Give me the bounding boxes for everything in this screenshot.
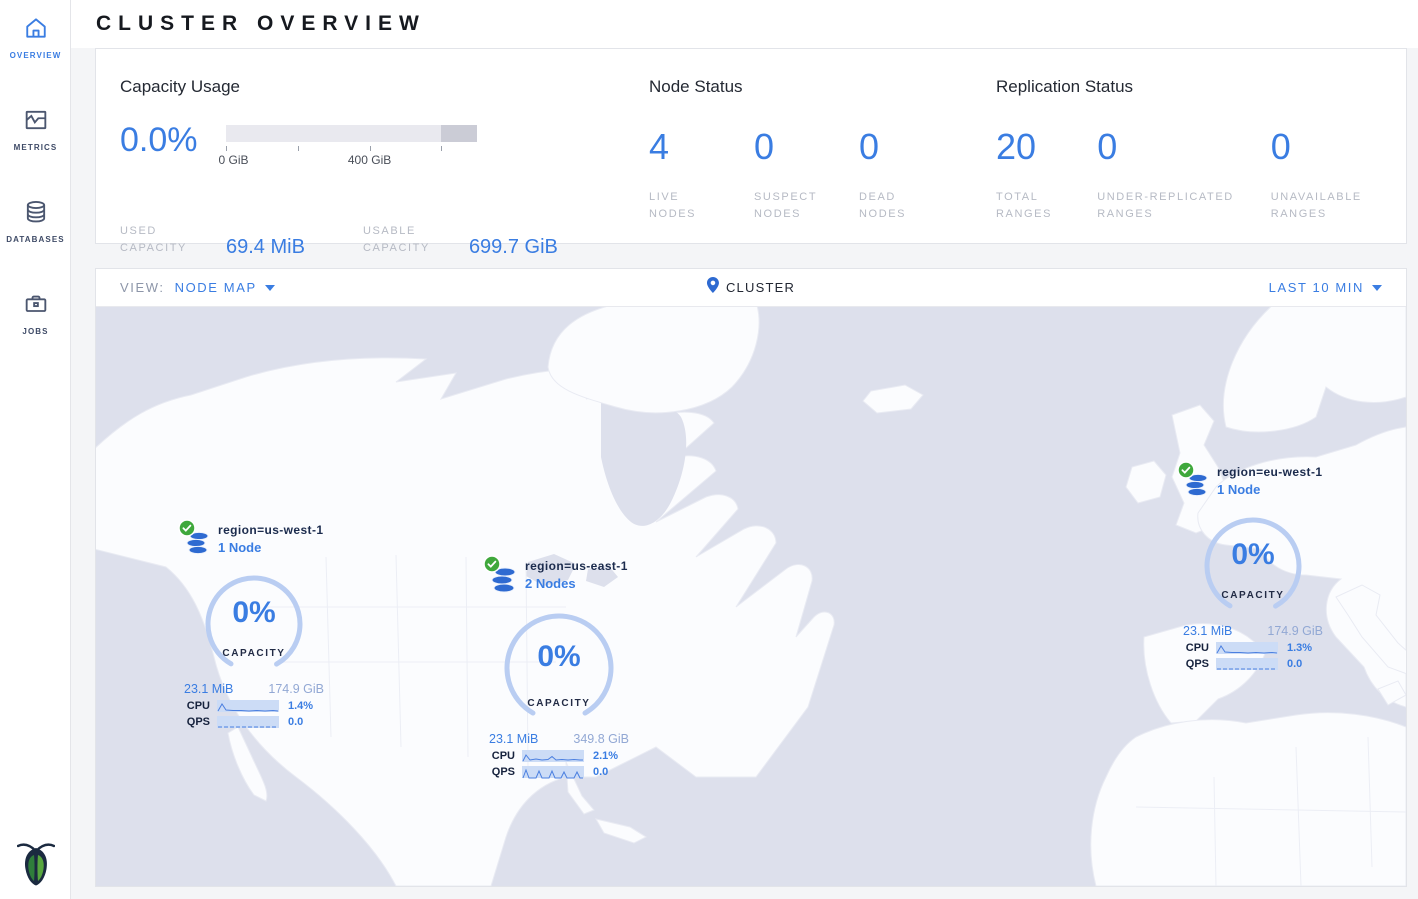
capacity-label: CAPACITY — [1201, 590, 1305, 601]
node-status-section: Node Status 4 LIVE NODES 0 SUSPECT NODES… — [649, 77, 979, 223]
chevron-down-icon — [1372, 285, 1382, 291]
qps-value: 0.0 — [593, 766, 608, 778]
region-usable-capacity: 174.9 GiB — [268, 682, 324, 696]
view-label: VIEW: — [120, 280, 165, 295]
dead-nodes-stat: 0 DEAD NODES — [859, 129, 964, 223]
node-map-card: VIEW: NODE MAP CLUSTER LAST 10 MIN — [95, 268, 1407, 887]
sidebar-item-metrics[interactable]: METRICS — [0, 92, 71, 152]
region-name: region=us-east-1 — [525, 559, 628, 573]
sidebar-item-overview[interactable]: OVERVIEW — [0, 0, 71, 60]
cockroachdb-logo — [0, 838, 71, 891]
region-name: region=us-west-1 — [218, 523, 323, 537]
cpu-sparkline — [217, 700, 279, 712]
database-icon — [22, 213, 50, 230]
region-node-count: 1 Node — [218, 540, 323, 555]
under-replicated-ranges-stat: 0 UNDER-REPLICATED RANGES — [1097, 129, 1271, 223]
capacity-ring: 0% CAPACITY — [202, 572, 306, 676]
chevron-down-icon — [265, 285, 275, 291]
metrics-chart-icon — [22, 121, 50, 138]
suspect-nodes-stat: 0 SUSPECT NODES — [754, 129, 859, 223]
qps-sparkline — [217, 716, 279, 728]
capacity-percent: 0% — [501, 640, 617, 674]
qps-sparkline — [522, 766, 584, 778]
capacity-usage-section: Capacity Usage 0.0% 0 GiB 400 GiB USED C… — [120, 77, 640, 257]
capacity-label: CAPACITY — [202, 648, 306, 659]
map-toolbar: VIEW: NODE MAP CLUSTER LAST 10 MIN — [96, 269, 1406, 307]
map-pin-icon — [707, 277, 719, 298]
total-ranges-stat: 20 TOTAL RANGES — [996, 129, 1097, 223]
capacity-bar-reserved-segment — [441, 125, 477, 142]
region-used-capacity: 23.1 MiB — [184, 682, 233, 696]
check-circle-icon — [178, 519, 196, 542]
sidebar-item-label: JOBS — [0, 327, 71, 336]
locality-card-us-west-1[interactable]: region=us-west-1 1 Node 0% CAPACITY 23.1… — [178, 523, 330, 728]
capacity-tick-label-0: 0 GiB — [219, 153, 249, 167]
replication-status-title: Replication Status — [996, 77, 1396, 97]
locality-card-eu-west-1[interactable]: region=eu-west-1 1 Node 0% CAPACITY 23.1… — [1177, 465, 1329, 670]
region-usable-capacity: 349.8 GiB — [573, 732, 629, 746]
capacity-label: CAPACITY — [501, 698, 617, 709]
capacity-ring: 0% CAPACITY — [1201, 514, 1305, 618]
used-capacity-label: USED CAPACITY — [120, 223, 206, 257]
region-name: region=eu-west-1 — [1217, 465, 1322, 479]
home-icon — [22, 29, 50, 46]
page-header: CLUSTER OVERVIEW — [71, 0, 1418, 48]
unavailable-ranges-stat: 0 UNAVAILABLE RANGES — [1271, 129, 1396, 223]
page-title: CLUSTER OVERVIEW — [96, 12, 426, 36]
sidebar-item-jobs[interactable]: JOBS — [0, 276, 71, 336]
node-status-title: Node Status — [649, 77, 979, 97]
check-circle-icon — [1177, 461, 1195, 484]
sidebar: OVERVIEW METRICS DATABASES JOBS — [0, 0, 71, 899]
breadcrumb[interactable]: CLUSTER — [707, 277, 795, 298]
view-value: NODE MAP — [175, 280, 257, 295]
capacity-percent: 0.0% — [120, 123, 226, 157]
usable-capacity-label: USABLE CAPACITY — [363, 223, 449, 257]
cpu-sparkline — [1216, 642, 1278, 654]
sidebar-item-label: DATABASES — [0, 235, 71, 244]
cpu-sparkline — [522, 750, 584, 762]
qps-label: QPS — [180, 716, 210, 728]
sidebar-item-databases[interactable]: DATABASES — [0, 184, 71, 244]
time-range-value: LAST 10 MIN — [1269, 280, 1364, 295]
view-selector[interactable]: VIEW: NODE MAP — [120, 280, 275, 295]
briefcase-icon — [22, 305, 50, 322]
capacity-percent: 0% — [1201, 538, 1305, 572]
cpu-value: 1.3% — [1287, 642, 1312, 654]
sidebar-item-label: METRICS — [0, 143, 71, 152]
check-circle-icon — [483, 555, 501, 578]
world-map: region=us-west-1 1 Node 0% CAPACITY 23.1… — [96, 307, 1406, 886]
replication-status-section: Replication Status 20 TOTAL RANGES 0 UND… — [996, 77, 1396, 223]
region-node-count: 1 Node — [1217, 482, 1322, 497]
qps-value: 0.0 — [1287, 658, 1302, 670]
content-area: CLUSTER OVERVIEW Capacity Usage 0.0% 0 G… — [71, 0, 1418, 899]
qps-sparkline — [1216, 658, 1278, 670]
cluster-summary-card: Capacity Usage 0.0% 0 GiB 400 GiB USED C… — [95, 48, 1407, 244]
region-used-capacity: 23.1 MiB — [1183, 624, 1232, 638]
live-nodes-stat: 4 LIVE NODES — [649, 129, 754, 223]
region-usable-capacity: 174.9 GiB — [1267, 624, 1323, 638]
cpu-label: CPU — [180, 700, 210, 712]
cpu-label: CPU — [485, 750, 515, 762]
capacity-bar: 0 GiB 400 GiB — [226, 125, 477, 142]
used-capacity-value: 69.4 MiB — [226, 237, 305, 257]
usable-capacity-value: 699.7 GiB — [469, 237, 558, 257]
cpu-value: 1.4% — [288, 700, 313, 712]
breadcrumb-cluster: CLUSTER — [726, 280, 795, 295]
capacity-percent: 0% — [202, 596, 306, 630]
qps-value: 0.0 — [288, 716, 303, 728]
time-range-selector[interactable]: LAST 10 MIN — [1269, 280, 1382, 295]
capacity-usage-title: Capacity Usage — [120, 77, 640, 97]
cpu-label: CPU — [1179, 642, 1209, 654]
qps-label: QPS — [1179, 658, 1209, 670]
qps-label: QPS — [485, 766, 515, 778]
sidebar-item-label: OVERVIEW — [0, 51, 71, 60]
capacity-tick-label-400: 400 GiB — [348, 153, 391, 167]
cpu-value: 2.1% — [593, 750, 618, 762]
region-used-capacity: 23.1 MiB — [489, 732, 538, 746]
capacity-ring: 0% CAPACITY — [501, 610, 617, 726]
region-node-count: 2 Nodes — [525, 576, 628, 591]
locality-card-us-east-1[interactable]: region=us-east-1 2 Nodes 0% CAPACITY 23.… — [483, 559, 635, 778]
